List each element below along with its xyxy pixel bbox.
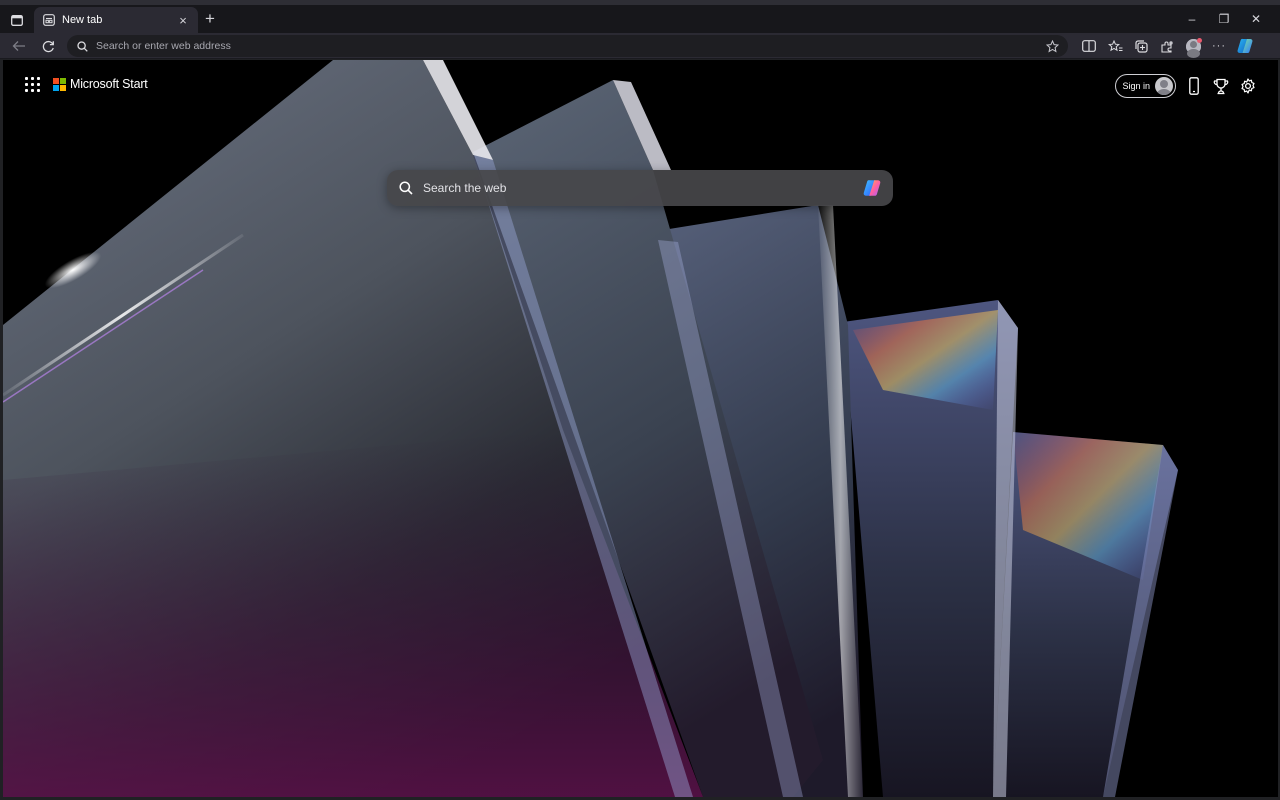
toolbar-icons: ··· [1076, 36, 1258, 58]
page-header-right: Sign in [1115, 74, 1257, 98]
refresh-icon[interactable] [39, 37, 57, 55]
restore-button[interactable]: ❐ [1208, 9, 1240, 29]
notification-dot [1196, 37, 1202, 43]
mobile-phone-icon[interactable] [1185, 76, 1203, 96]
app-launcher-grid-icon[interactable] [25, 76, 41, 92]
extensions-icon[interactable] [1154, 36, 1180, 56]
microsoft-logo-icon [53, 77, 66, 91]
brand-name: Microsoft Start [70, 77, 148, 91]
microsoft-start-brand[interactable]: Microsoft Start [53, 77, 148, 91]
window-controls: – ❐ ✕ [1176, 9, 1272, 29]
close-tab-icon[interactable]: × [176, 13, 190, 28]
search-icon [399, 181, 413, 195]
favorites-icon[interactable] [1102, 36, 1128, 56]
rewards-trophy-icon[interactable] [1212, 76, 1230, 96]
user-avatar-icon [1155, 77, 1173, 95]
close-window-button[interactable]: ✕ [1240, 9, 1272, 29]
web-search-box [387, 170, 893, 206]
tab-new-tab[interactable]: New tab × [34, 7, 198, 33]
browser-titlebar: New tab × + – ❐ ✕ [0, 0, 1280, 33]
copilot-icon[interactable] [1232, 36, 1258, 56]
new-tab-button[interactable]: + [202, 9, 218, 29]
search-icon [77, 40, 88, 52]
new-tab-page: Microsoft Start Sign in [3, 60, 1278, 797]
address-bar [67, 35, 1068, 57]
sign-in-label: Sign in [1122, 81, 1150, 91]
sign-in-button[interactable]: Sign in [1115, 74, 1176, 98]
collections-icon[interactable] [1128, 36, 1154, 56]
back-arrow-icon[interactable] [10, 37, 28, 55]
tab-actions-menu-icon[interactable] [9, 12, 25, 28]
minimize-button[interactable]: – [1176, 9, 1208, 29]
split-screen-icon[interactable] [1076, 36, 1102, 56]
tab-title: New tab [62, 14, 103, 26]
address-input[interactable] [96, 40, 1068, 52]
profile-icon[interactable] [1180, 36, 1206, 58]
favorite-star-icon[interactable] [1044, 38, 1060, 54]
page-header-left: Microsoft Start [25, 76, 148, 92]
more-icon[interactable]: ··· [1206, 36, 1232, 56]
settings-gear-icon[interactable] [1239, 76, 1257, 96]
copilot-icon[interactable] [861, 177, 883, 199]
browser-toolbar: ··· [0, 33, 1280, 59]
new-tab-page-icon [42, 14, 55, 27]
web-search-input[interactable] [423, 181, 851, 195]
